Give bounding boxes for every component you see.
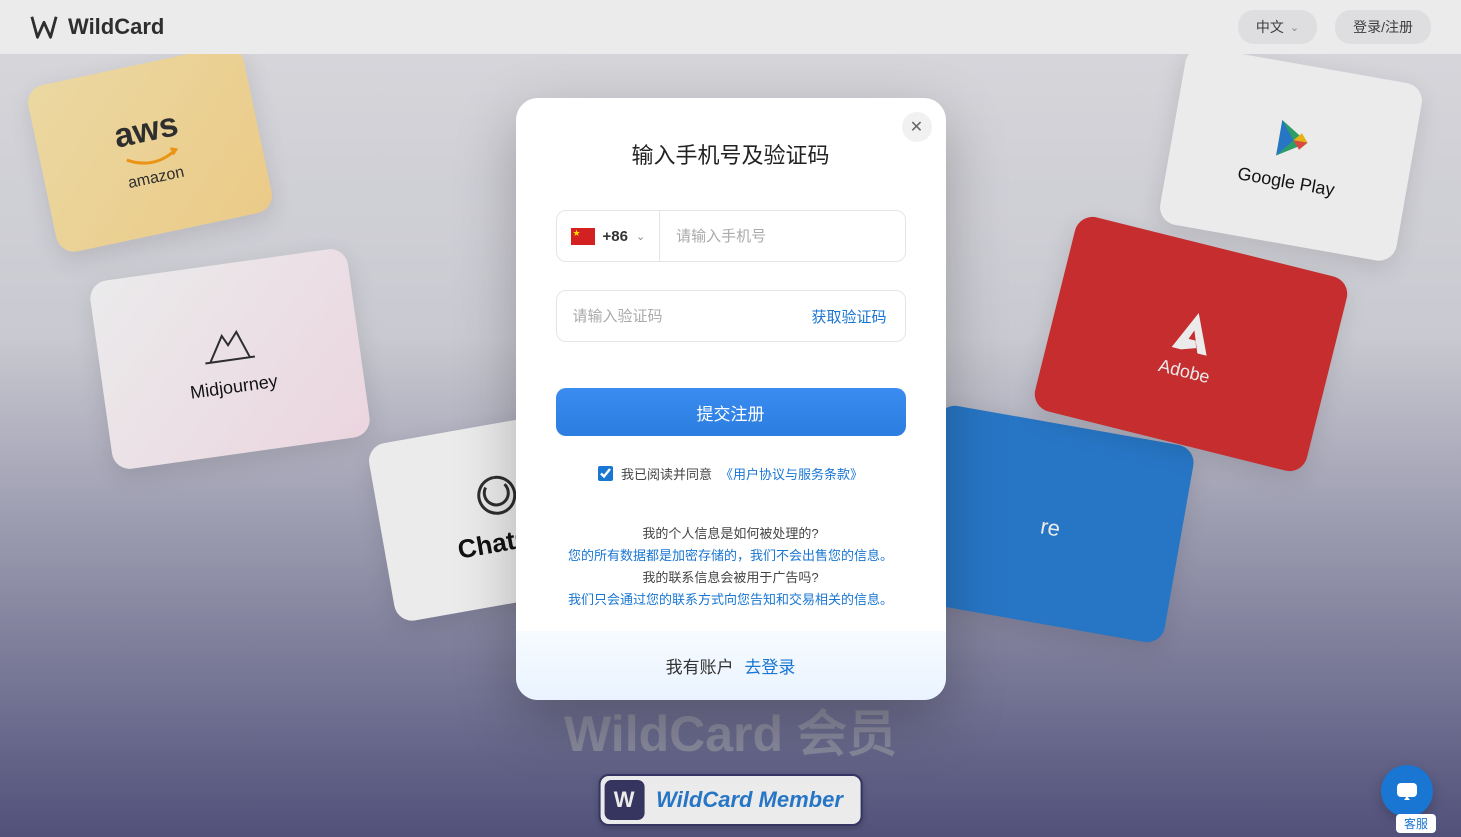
support-label: 客服 [1396,814,1436,833]
get-code-button[interactable]: 获取验证码 [793,306,904,327]
country-selector[interactable]: +86 ⌄ [557,211,661,261]
flag-icon [571,228,595,245]
modal-title: 输入手机号及验证码 [556,138,906,170]
agreement-text: 我已阅读并同意 [621,464,712,483]
country-code-label: +86 [603,228,628,245]
chevron-down-icon: ⌄ [636,230,645,243]
verification-code-input[interactable] [557,291,794,341]
privacy-a2[interactable]: 我们只会通过您的联系方式向您告知和交易相关的信息。 [556,589,906,611]
agreement-row: 我已阅读并同意 《用户协议与服务条款》 [556,464,906,483]
agreement-checkbox[interactable] [598,466,613,481]
go-login-link[interactable]: 去登录 [744,658,795,677]
privacy-info: 我的个人信息是如何被处理的? 您的所有数据都是加密存储的，我们不会出售您的信息。… [556,523,906,611]
chat-icon [1394,778,1420,804]
close-button[interactable]: ✕ [902,112,932,142]
privacy-q2: 我的联系信息会被用于广告吗? [556,567,906,589]
privacy-q1: 我的个人信息是如何被处理的? [556,523,906,545]
modal-footer: 我有账户 去登录 [516,631,946,700]
submit-register-button[interactable]: 提交注册 [556,388,906,436]
privacy-a1[interactable]: 您的所有数据都是加密存储的，我们不会出售您的信息。 [556,545,906,567]
phone-input-row: +86 ⌄ [556,210,906,262]
agreement-link[interactable]: 《用户协议与服务条款》 [720,464,863,483]
phone-input[interactable] [660,211,904,261]
have-account-text: 我有账户 [666,658,734,677]
support-button[interactable] [1381,765,1433,817]
close-icon: ✕ [910,117,923,137]
code-input-row: 获取验证码 [556,290,906,342]
register-modal: ✕ 输入手机号及验证码 +86 ⌄ 获取验证码 提交注册 我已阅读并同意 《用户… [516,98,946,700]
